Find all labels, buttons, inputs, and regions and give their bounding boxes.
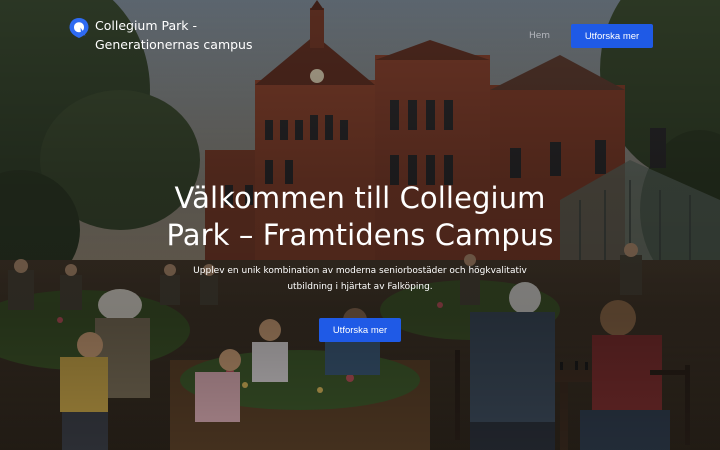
nav-explore-button[interactable]: Utforska mer bbox=[571, 24, 653, 48]
hero-explore-button[interactable]: Utforska mer bbox=[319, 318, 401, 342]
hero-subtitle: Upplev en unik kombination av moderna se… bbox=[193, 266, 527, 292]
hero-title: Välkommen till Collegium Park – Framtide… bbox=[166, 181, 554, 252]
site-title[interactable]: Collegium Park - Generationernas campus bbox=[95, 16, 295, 54]
nav-link-home[interactable]: Hem bbox=[529, 30, 550, 42]
location-pin-icon[interactable] bbox=[68, 17, 90, 39]
